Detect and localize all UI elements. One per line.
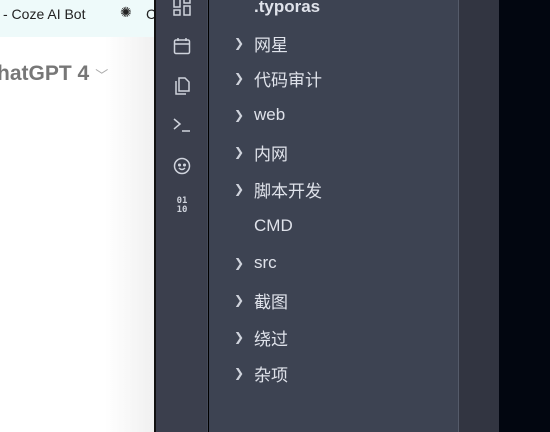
item-label: CMD (254, 216, 293, 235)
tree-folder[interactable]: ❯ 截图 (209, 285, 458, 315)
item-label: 截图 (254, 292, 288, 312)
binary-icon[interactable]: 01 10 (171, 195, 193, 217)
tree-item[interactable]: CMD (209, 211, 458, 241)
tree-folder[interactable]: ❯ 脚本开发 (209, 174, 458, 204)
tree-folder[interactable]: ❯ 绕过 (209, 322, 458, 352)
tree-item[interactable]: .typoras (209, 0, 458, 22)
chevron-right-icon: ❯ (234, 182, 245, 196)
item-label: 杂项 (254, 365, 288, 385)
item-label: 脚本开发 (254, 181, 322, 201)
model-name: hatGPT 4 (0, 62, 90, 85)
background-window (499, 0, 550, 432)
tree-folder[interactable]: ❯ 杂项 (209, 358, 458, 388)
tree-folder[interactable]: ❯ src (209, 248, 458, 278)
outline-icon[interactable] (171, 0, 193, 18)
openai-icon: ✺ (120, 4, 132, 20)
file-tree: .typoras ❯ 网星 ❯ 代码审计 ❯ web ❯ 内网 ❯ 脚本开发 CMD ❯ s… (209, 0, 459, 432)
item-label: 内网 (254, 144, 288, 164)
bookmark-coze[interactable]: - Coze AI Bot (3, 6, 85, 22)
emoji-icon[interactable] (171, 155, 193, 177)
tree-folder[interactable]: ❯ 内网 (209, 137, 458, 167)
item-label: 绕过 (254, 329, 288, 349)
chevron-right-icon: ❯ (234, 145, 245, 159)
copy-icon[interactable] (171, 75, 193, 97)
item-label: 代码审计 (254, 70, 322, 90)
chevron-down-icon: ﹀ (95, 68, 109, 83)
icon-rail: 01 10 (156, 0, 208, 432)
model-selector[interactable]: hatGPT 4 ﹀ (0, 62, 108, 86)
item-label: src (254, 253, 277, 272)
chevron-right-icon: ❯ (234, 293, 245, 307)
item-label: web (254, 105, 286, 124)
chevron-right-icon: ❯ (234, 366, 245, 380)
item-label: .typoras (254, 0, 321, 16)
calendar-icon[interactable] (171, 35, 193, 57)
tree-folder[interactable]: ❯ web (209, 100, 458, 130)
chevron-right-icon: ❯ (234, 256, 245, 270)
editor-pane (459, 0, 499, 432)
browser-window: - Coze AI Bot ✺ C hatGPT 4 ﹀ (0, 0, 154, 432)
chevron-right-icon: ❯ (234, 330, 245, 344)
chevron-right-icon: ❯ (234, 108, 245, 122)
tree-folder[interactable]: ❯ 代码审计 (209, 63, 458, 93)
tree-folder[interactable]: ❯ 网星 (209, 28, 458, 58)
chevron-right-icon: ❯ (234, 36, 245, 50)
chevron-right-icon: ❯ (234, 71, 245, 85)
bookmarks-bar: - Coze AI Bot ✺ C (0, 0, 154, 37)
item-label: 网星 (254, 35, 288, 55)
bookmark-chatgpt[interactable]: C (146, 6, 154, 22)
terminal-icon[interactable] (171, 114, 193, 136)
